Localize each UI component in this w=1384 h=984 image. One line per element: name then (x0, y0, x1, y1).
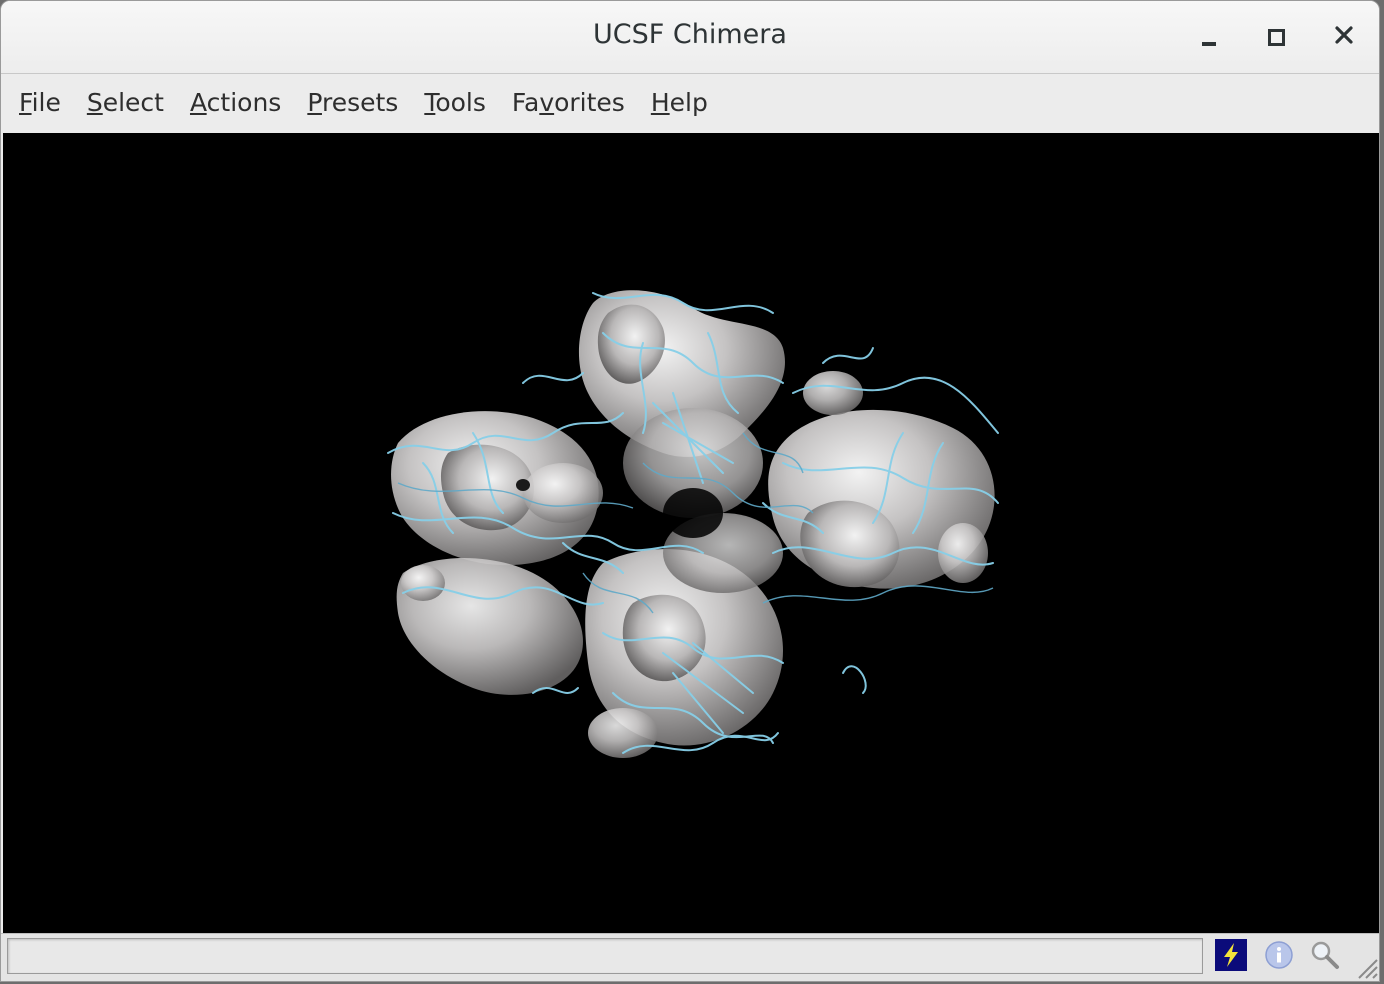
status-message-field (7, 938, 1203, 974)
maximize-icon (1267, 28, 1285, 46)
magnifier-button[interactable] (1309, 941, 1341, 973)
close-button[interactable] (1324, 17, 1364, 57)
resize-grip-icon[interactable] (1353, 954, 1379, 980)
menu-select[interactable]: Select (79, 74, 172, 132)
molecule-render (387, 290, 999, 758)
minimize-icon (1202, 28, 1216, 46)
status-bar (1, 933, 1379, 981)
menu-file[interactable]: File (11, 74, 69, 132)
command-line-icon (1215, 939, 1247, 975)
menu-presets[interactable]: Presets (299, 74, 406, 132)
chimera-window: UCSF Chimera File Select Actions Presets… (0, 0, 1380, 982)
title-bar[interactable]: UCSF Chimera (1, 1, 1379, 74)
maximize-button[interactable] (1256, 17, 1296, 57)
menu-actions[interactable]: Actions (182, 74, 289, 132)
info-button[interactable] (1263, 941, 1295, 973)
density-surface (391, 290, 995, 758)
menu-bar: File Select Actions Presets Tools Favori… (1, 74, 1379, 132)
menu-help[interactable]: Help (643, 74, 716, 132)
window-title: UCSF Chimera (593, 19, 787, 50)
menu-tools[interactable]: Tools (416, 74, 494, 132)
minimize-button[interactable] (1189, 17, 1229, 57)
graphics-viewport[interactable] (3, 133, 1379, 933)
menu-favorites[interactable]: Favorites (504, 74, 633, 132)
magnifier-icon (1309, 939, 1341, 975)
close-icon (1335, 26, 1353, 48)
info-icon (1264, 940, 1294, 974)
command-line-button[interactable] (1215, 939, 1247, 975)
